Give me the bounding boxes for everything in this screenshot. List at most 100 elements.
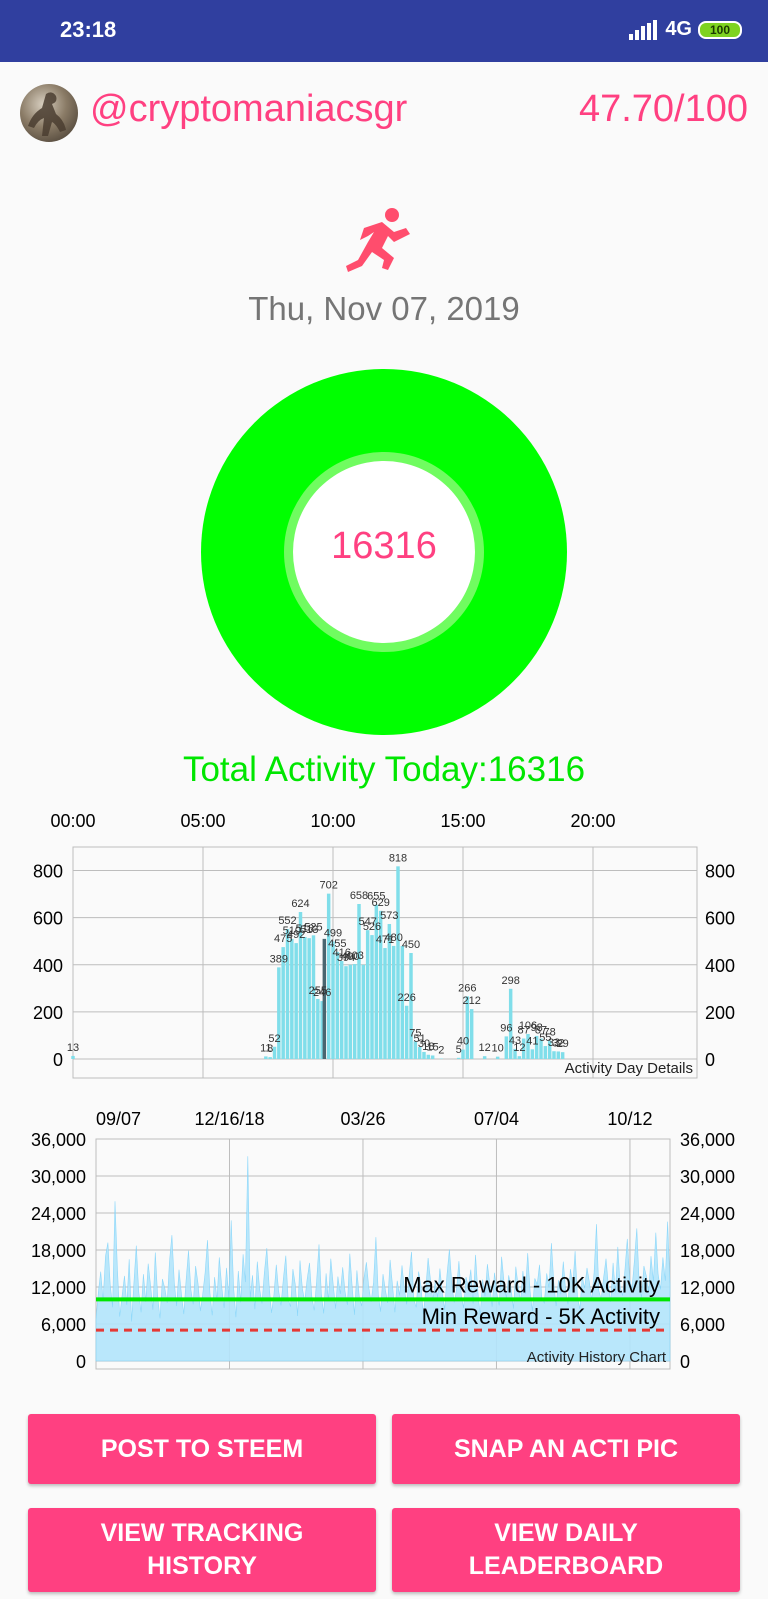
history-x-tick: 03/26 bbox=[340, 1109, 385, 1129]
runner-icon bbox=[346, 208, 410, 272]
day-chart-data-label: 29 bbox=[557, 1038, 569, 1050]
day-chart-bar bbox=[560, 1052, 565, 1059]
activity-day-chart: 800 800 600 600 400 400 200 200 0 0 00:00 05:00 10:0… bbox=[33, 811, 735, 1079]
history-y-tick-right: 36,000 bbox=[680, 1130, 735, 1150]
day-chart-bar bbox=[461, 1049, 465, 1059]
day-x-tick: 05:00 bbox=[180, 811, 225, 831]
day-chart-bar bbox=[316, 998, 320, 1059]
day-y-tick-left: 400 bbox=[33, 956, 63, 976]
history-y-tick-right: 18,000 bbox=[680, 1241, 735, 1261]
day-chart-bar bbox=[303, 936, 307, 1059]
day-chart-data-label: 52 bbox=[268, 1033, 280, 1045]
day-chart-bar bbox=[422, 1051, 426, 1059]
day-x-tick: 00:00 bbox=[50, 811, 95, 831]
day-chart-bar bbox=[285, 928, 290, 1059]
day-chart-bar bbox=[543, 1046, 548, 1059]
day-y-tick-right: 600 bbox=[705, 909, 735, 929]
history-y-tick-right: 0 bbox=[680, 1352, 690, 1372]
history-y-tick-left: 6,000 bbox=[41, 1315, 86, 1335]
day-y-tick-left: 800 bbox=[33, 862, 63, 882]
day-chart-bar bbox=[294, 943, 298, 1059]
history-y-tick-right: 30,000 bbox=[680, 1167, 735, 1187]
day-chart-bar bbox=[396, 866, 400, 1059]
post-to-steem-button[interactable]: POST TO STEEM bbox=[28, 1414, 376, 1484]
history-chart-title: Activity History Chart bbox=[527, 1349, 667, 1366]
battery-icon: 100 bbox=[698, 20, 742, 39]
day-chart-bar bbox=[426, 1054, 431, 1059]
day-x-tick: 20:00 bbox=[570, 811, 615, 831]
history-y-tick-right: 24,000 bbox=[680, 1204, 735, 1224]
day-chart-data-label: 41 bbox=[526, 1035, 538, 1047]
view-tracking-history-label: VIEW TRACKING HISTORY bbox=[100, 1519, 304, 1580]
min-reward-label: Min Reward - 5K Activity bbox=[422, 1304, 660, 1329]
view-tracking-history-button[interactable]: VIEW TRACKING HISTORY bbox=[28, 1508, 376, 1592]
history-x-tick: 10/12 bbox=[607, 1109, 652, 1129]
day-chart-data-label: 2 bbox=[438, 1045, 444, 1057]
day-chart-bar bbox=[495, 1056, 500, 1059]
day-chart-data-label: 10 bbox=[492, 1043, 504, 1055]
post-to-steem-label: POST TO STEEM bbox=[100, 1434, 304, 1463]
day-chart-data-label: 12 bbox=[513, 1042, 525, 1054]
day-chart-data-label: 450 bbox=[402, 939, 420, 951]
activity-date: Thu, Nov 07, 2019 bbox=[248, 290, 520, 327]
network-type: 4G bbox=[665, 18, 692, 40]
day-chart-bar bbox=[469, 1009, 474, 1059]
day-chart-bar bbox=[331, 941, 335, 1059]
status-time: 23:18 bbox=[60, 17, 117, 42]
day-chart-bar bbox=[272, 1046, 277, 1059]
history-y-tick-left: 0 bbox=[76, 1352, 86, 1372]
history-y-tick-left: 18,000 bbox=[31, 1241, 86, 1261]
day-x-tick: 15:00 bbox=[440, 811, 485, 831]
day-chart-data-label: 15 bbox=[427, 1041, 439, 1053]
day-y-tick-left: 200 bbox=[33, 1003, 63, 1023]
history-x-tick: 09/07 bbox=[96, 1109, 141, 1129]
day-chart-data-label: 480 bbox=[384, 932, 402, 944]
day-chart-bar bbox=[383, 948, 387, 1059]
day-chart-bar bbox=[344, 966, 348, 1059]
day-chart-title: Activity Day Details bbox=[565, 1060, 693, 1077]
day-chart-data-label: 818 bbox=[389, 852, 407, 864]
day-chart-bar bbox=[326, 893, 331, 1059]
day-chart-data-label: 246 bbox=[313, 987, 331, 999]
day-chart-bar bbox=[409, 953, 413, 1059]
history-y-tick-right: 6,000 bbox=[680, 1315, 725, 1335]
day-chart-bar bbox=[268, 1057, 272, 1059]
day-y-tick-left: 0 bbox=[53, 1050, 63, 1070]
day-chart-data-label: 389 bbox=[270, 953, 288, 965]
day-chart-data-label: 298 bbox=[501, 975, 519, 987]
day-chart-data-label: 226 bbox=[397, 992, 415, 1004]
snap-acti-pic-button[interactable]: SNAP AN ACTI PIC bbox=[392, 1414, 740, 1484]
history-y-tick-left: 30,000 bbox=[31, 1167, 86, 1187]
day-chart-data-label: 266 bbox=[458, 982, 476, 994]
history-x-tick: 07/04 bbox=[474, 1109, 519, 1129]
status-bar: 23:18 4G 100 bbox=[0, 0, 768, 62]
activity-history-chart: 36,000 36,000 30,000 30,000 24,000 24,000 18,0… bbox=[31, 1109, 735, 1372]
day-chart-bar bbox=[335, 951, 340, 1059]
day-y-tick-right: 400 bbox=[705, 956, 735, 976]
day-chart-bar bbox=[530, 1049, 535, 1059]
avatar[interactable] bbox=[20, 84, 78, 142]
day-chart-bar bbox=[456, 1057, 461, 1059]
day-chart-bar bbox=[307, 938, 311, 1059]
history-y-tick-left: 36,000 bbox=[31, 1130, 86, 1150]
day-y-tick-right: 0 bbox=[705, 1050, 715, 1070]
day-chart-data-label: 96 bbox=[500, 1022, 512, 1034]
day-chart-data-label: 526 bbox=[363, 921, 381, 933]
day-chart-bar bbox=[517, 1056, 522, 1059]
day-chart-bar bbox=[482, 1056, 487, 1059]
day-chart-data-label: 629 bbox=[371, 897, 389, 909]
day-chart-bar bbox=[556, 1051, 561, 1059]
day-chart-bar bbox=[404, 1005, 409, 1059]
day-chart-data-label: 8 bbox=[267, 1043, 273, 1055]
view-daily-leaderboard-label: VIEW DAILY LEADERBOARD bbox=[468, 1519, 664, 1580]
day-chart-data-label: 702 bbox=[319, 880, 337, 892]
day-chart-bar bbox=[504, 1036, 509, 1059]
day-chart-data-label: 212 bbox=[462, 995, 480, 1007]
day-chart-bar bbox=[370, 935, 374, 1059]
snap-acti-pic-label: SNAP AN ACTI PIC bbox=[453, 1434, 679, 1463]
day-chart-data-label: 525 bbox=[304, 921, 322, 933]
view-daily-leaderboard-button[interactable]: VIEW DAILY LEADERBOARD bbox=[392, 1508, 740, 1592]
day-chart-data-label: 40 bbox=[457, 1036, 469, 1048]
day-chart-bar bbox=[365, 930, 370, 1059]
profile-header: @cryptomaniacsgr 47.70/100 bbox=[0, 62, 768, 162]
